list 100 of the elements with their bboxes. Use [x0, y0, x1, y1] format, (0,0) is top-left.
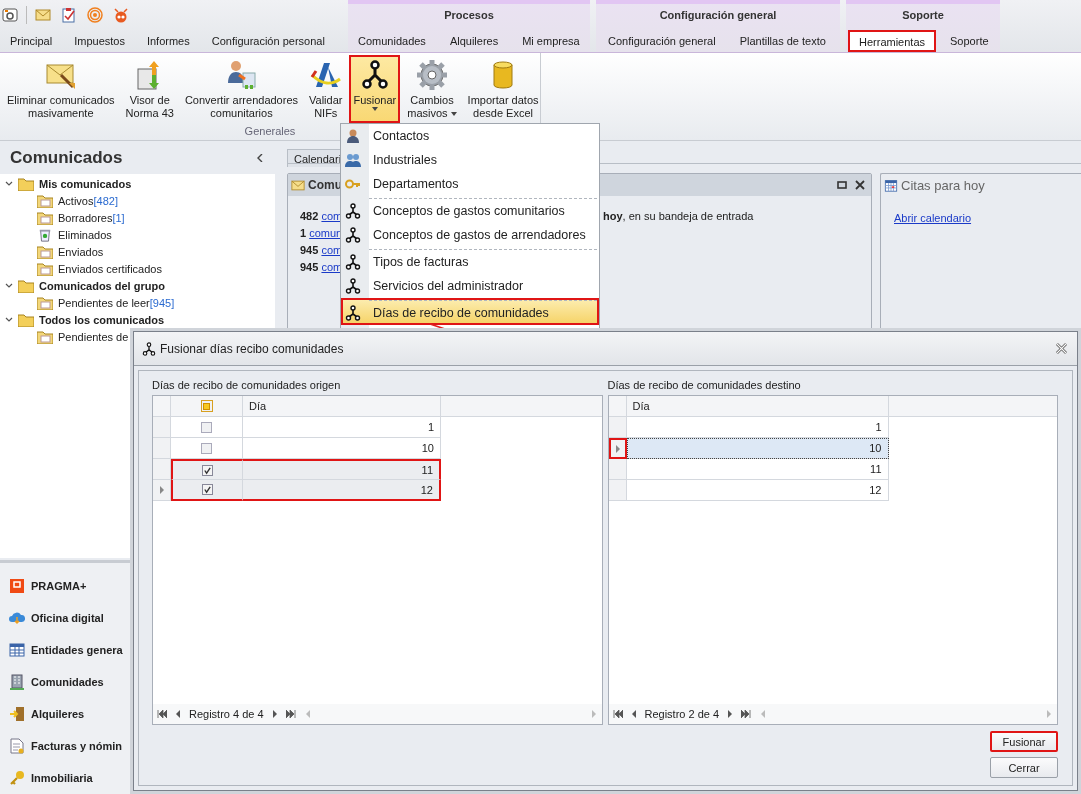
- ribbon-button[interactable]: Visor de Norma 43: [121, 55, 178, 123]
- ribbon-tab[interactable]: Configuración personal: [201, 30, 335, 52]
- folder-icon: [37, 244, 53, 259]
- menu-item[interactable]: Conceptos de gastos de arrendadores: [341, 223, 599, 247]
- caret-icon: [371, 107, 378, 111]
- dialog-button[interactable]: Fusionar: [990, 731, 1058, 752]
- folder-icon: [37, 210, 53, 225]
- merge-icon: [345, 227, 361, 243]
- message-count: 945: [300, 260, 319, 273]
- maximize-icon[interactable]: [837, 180, 847, 190]
- signal-icon[interactable]: [87, 7, 103, 23]
- ribbon-button[interactable]: Eliminar comunicados masivamente: [3, 55, 119, 123]
- tree-item[interactable]: Pendientes de: [58, 330, 129, 343]
- tree-item[interactable]: Enviados: [58, 245, 104, 258]
- tree-item[interactable]: Pendientes de leer[945]: [58, 296, 175, 309]
- record-counter: Registro 2 de 4: [644, 708, 720, 720]
- nav-item[interactable]: Inmobiliaria: [0, 762, 93, 794]
- folder-icon: [37, 329, 53, 344]
- ribbon-tab[interactable]: Soporte: [940, 30, 999, 52]
- clipboard-icon[interactable]: [61, 7, 77, 23]
- ribbon-button[interactable]: Cambios masivos: [403, 55, 461, 123]
- tab-group-header: Soporte: [901, 8, 945, 23]
- row-checkbox[interactable]: [202, 464, 213, 476]
- collapse-icon[interactable]: [257, 153, 263, 162]
- dialog-title: Fusionar días recibo comunidades: [160, 341, 344, 356]
- message-count: 482: [300, 209, 319, 222]
- mail-icon[interactable]: [35, 7, 51, 23]
- expander-icon[interactable]: [5, 179, 13, 188]
- app-icon[interactable]: [2, 7, 18, 23]
- folder-icon: [18, 278, 34, 293]
- person-icon: [345, 128, 361, 144]
- document-icon: [9, 738, 25, 754]
- ribbon-tab[interactable]: Herramientas: [848, 30, 937, 52]
- ribbon-button[interactable]: Validar NIFs: [305, 55, 347, 123]
- nav-item[interactable]: Facturas y nómin: [0, 730, 123, 762]
- ribbon-tab[interactable]: Informes: [136, 30, 200, 52]
- tree-item[interactable]: Enviados certificados: [58, 262, 162, 275]
- row-header[interactable]: [608, 438, 627, 459]
- key-icon: [9, 770, 25, 786]
- ribbon-tab[interactable]: Plantillas de texto: [729, 30, 836, 52]
- tree-item[interactable]: Mis comunicados: [39, 177, 132, 190]
- dialog-button[interactable]: Cerrar: [990, 757, 1058, 778]
- grid-label: Días de recibo de comunidades destino: [607, 378, 802, 393]
- ribbon-tab[interactable]: Alquileres: [439, 30, 509, 52]
- mascot-icon[interactable]: [113, 7, 129, 23]
- folder-icon: [18, 176, 34, 191]
- row-checkbox[interactable]: [201, 421, 212, 433]
- column-header[interactable]: Día: [243, 396, 441, 417]
- door-arrow-icon: [9, 706, 25, 722]
- merge-icon: [345, 203, 361, 219]
- expander-icon[interactable]: [5, 281, 13, 290]
- first-record-icon[interactable]: [612, 710, 623, 718]
- last-record-icon[interactable]: [285, 710, 296, 718]
- sidebar-title: Comunicados: [10, 147, 123, 168]
- nav-item[interactable]: Entidades genera: [0, 634, 123, 666]
- grid-label: Días de recibo de comunidades origen: [152, 378, 342, 393]
- ribbon-tab[interactable]: Mi empresa: [512, 30, 590, 52]
- row-checkbox[interactable]: [202, 484, 213, 495]
- nav-item[interactable]: Comunidades: [0, 666, 104, 698]
- building-icon: [9, 674, 25, 690]
- nav-item[interactable]: PRAGMA+: [0, 570, 87, 602]
- merge-icon: [345, 278, 361, 294]
- menu-item[interactable]: Servicios del administrador: [341, 274, 599, 298]
- current-row-icon: [615, 444, 620, 453]
- select-all-checkbox[interactable]: [200, 400, 213, 412]
- nav-item[interactable]: Alquileres: [0, 698, 85, 730]
- ribbon-tab[interactable]: Comunidades: [348, 30, 436, 52]
- tree-item[interactable]: Todos los comunicados: [39, 313, 165, 326]
- menu-item[interactable]: Tipos de facturas: [341, 247, 599, 274]
- ribbon-tab[interactable]: Principal: [0, 30, 63, 52]
- expander-icon[interactable]: [5, 315, 13, 324]
- ribbon-tab[interactable]: Impuestos: [64, 30, 135, 52]
- nav-item[interactable]: Oficina digital: [0, 602, 104, 634]
- menu-item[interactable]: Conceptos de gastos comunitarios: [341, 196, 599, 223]
- table-cell: 12: [243, 480, 441, 501]
- row-checkbox[interactable]: [201, 442, 212, 454]
- table-cell: 10: [626, 438, 889, 459]
- column-header[interactable]: Día: [626, 396, 889, 417]
- ribbon-button[interactable]: Importar datos desde Excel: [463, 55, 543, 123]
- menu-item[interactable]: Departamentos: [341, 172, 599, 196]
- tree-item[interactable]: Comunicados del grupo: [39, 279, 165, 292]
- merge-icon: [345, 254, 361, 270]
- menu-item[interactable]: Contactos: [341, 124, 599, 148]
- table-cell: 11: [243, 459, 441, 480]
- merge-icon: [345, 305, 361, 321]
- calendar-link[interactable]: Abrir calendario: [894, 212, 972, 224]
- tree-item[interactable]: Eliminados: [58, 228, 112, 241]
- first-record-icon[interactable]: [157, 710, 167, 718]
- ribbon-button[interactable]: Fusionar: [349, 55, 401, 123]
- tab-group-header: Procesos: [443, 8, 495, 23]
- ribbon-tab[interactable]: Configuración general: [598, 30, 726, 52]
- close-icon[interactable]: [855, 180, 865, 190]
- menu-item[interactable]: Días de recibo de comunidades: [341, 298, 599, 325]
- gear-icon: [415, 59, 448, 91]
- ribbon-button[interactable]: Convertir arrendadores comunitarios: [180, 55, 303, 123]
- tree-item[interactable]: Activos[482]: [58, 194, 118, 207]
- last-record-icon[interactable]: [741, 710, 752, 718]
- tree-item[interactable]: Borradores[1]: [58, 211, 125, 224]
- message-text: hoy, en su bandeja de entrada: [603, 209, 754, 222]
- folder-icon: [37, 193, 53, 208]
